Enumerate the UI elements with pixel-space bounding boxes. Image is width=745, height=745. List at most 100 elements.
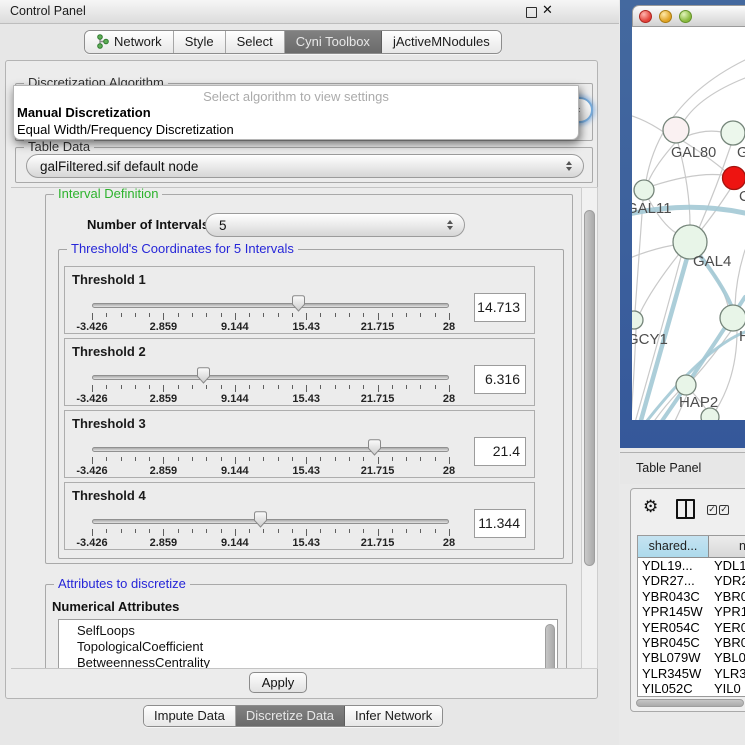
table-hscrollbar-thumb[interactable] <box>636 699 744 707</box>
table-row[interactable]: YDL19... YDL1 <box>638 558 745 573</box>
table-row[interactable]: YLR345W YLR3 <box>638 666 745 681</box>
number-of-intervals-combo[interactable]: 5 <box>205 213 465 237</box>
slider-track[interactable] <box>92 519 449 524</box>
gear-icon[interactable]: ⚙ <box>643 499 658 516</box>
threshold-value-field[interactable]: 14.713 <box>474 293 526 322</box>
columns-icon[interactable] <box>676 499 695 519</box>
threshold-slider[interactable]: -3.4262.8599.14415.4321.71528 <box>92 483 449 551</box>
slider-scale: -3.4262.8599.14415.4321.71528 <box>92 393 449 405</box>
table-row[interactable]: YBL079W YBL0 <box>638 650 745 665</box>
numerical-attributes-label: Numerical Attributes <box>52 599 179 614</box>
list-scrollbar-thumb[interactable] <box>545 624 555 669</box>
slider-track[interactable] <box>92 447 449 452</box>
table-cell-name[interactable]: YDR2 <box>714 573 745 588</box>
zoom-traffic-light[interactable] <box>679 10 692 23</box>
network-node[interactable] <box>721 121 745 145</box>
table-row[interactable]: YDR27... YDR2 <box>638 573 745 588</box>
slider-track[interactable] <box>92 375 449 380</box>
tick-mark <box>192 385 193 389</box>
threshold-value-field[interactable]: 6.316 <box>474 365 526 394</box>
numerical-attributes-list[interactable]: SelfLoopsTopologicalCoefficientBetweenne… <box>58 619 558 669</box>
close-icon[interactable]: ✕ <box>542 3 553 18</box>
table-cell-shared-name[interactable]: YDL19... <box>642 558 693 573</box>
table-cell-shared-name[interactable]: YER054C <box>642 620 700 635</box>
table-hscrollbar[interactable] <box>634 698 745 708</box>
tab-cyni-toolbox[interactable]: Cyni Toolbox <box>285 31 382 53</box>
threshold-value-field[interactable]: 21.4 <box>474 437 526 466</box>
table-cell-name[interactable]: YIL0 <box>714 681 741 696</box>
table-cell-shared-name[interactable]: YDR27... <box>642 573 695 588</box>
threshold-slider[interactable]: -3.4262.8599.14415.4321.71528 <box>92 411 449 479</box>
threshold-slider[interactable]: -3.4262.8599.14415.4321.71528 <box>92 267 449 335</box>
table-row[interactable]: YER054C YER0 <box>638 620 745 635</box>
slider-thumb[interactable] <box>195 366 212 385</box>
tab-discretize-data[interactable]: Discretize Data <box>236 706 345 726</box>
tab-infer-network[interactable]: Infer Network <box>345 706 442 726</box>
tick-mark <box>435 385 436 389</box>
tick-mark <box>349 457 350 461</box>
table-cell-name[interactable]: YBR0 <box>714 589 745 604</box>
close-traffic-light[interactable] <box>639 10 652 23</box>
table-cell-name[interactable]: YBR0 <box>714 635 745 650</box>
tick-mark <box>163 457 164 464</box>
settings-scrollbar[interactable] <box>581 187 598 669</box>
float-window-icon[interactable] <box>526 7 537 18</box>
column-header-shared-name[interactable]: shared... <box>638 536 709 558</box>
attribute-list-item[interactable]: BetweennessCentrality <box>59 655 557 669</box>
scale-label: 9.144 <box>221 321 249 333</box>
slider-thumb[interactable] <box>290 294 307 313</box>
column-header-name[interactable]: na <box>709 536 745 558</box>
tick-mark <box>378 313 379 320</box>
attribute-list-item[interactable]: TopologicalCoefficient <box>59 639 557 655</box>
table-cell-shared-name[interactable]: YBR043C <box>642 589 700 604</box>
table-cell-shared-name[interactable]: YIL052C <box>642 681 693 696</box>
tab-style[interactable]: Style <box>174 31 226 53</box>
network-node[interactable] <box>676 375 696 395</box>
network-node[interactable] <box>634 180 654 200</box>
table-cell-name[interactable]: YBL0 <box>714 650 745 665</box>
tick-mark <box>92 385 93 392</box>
checkbox-icon[interactable]: ✓ <box>719 505 729 515</box>
table-cell-name[interactable]: YPR1 <box>714 604 745 619</box>
threshold-slider[interactable]: -3.4262.8599.14415.4321.71528 <box>92 339 449 407</box>
tab-jactivemnodules[interactable]: jActiveMNodules <box>382 31 501 53</box>
network-node[interactable] <box>701 408 719 420</box>
minimize-traffic-light[interactable] <box>659 10 672 23</box>
table-cell-name[interactable]: YLR3 <box>714 666 745 681</box>
network-node[interactable] <box>632 311 643 329</box>
table-row[interactable]: YBR045C YBR0 <box>638 635 745 650</box>
network-canvas[interactable]: GAL80GACYGAL11GAL4GCY1HAHAP2 <box>632 27 745 420</box>
table-data-combo[interactable]: galFiltered.sif default node <box>26 154 584 178</box>
table-cell-name[interactable]: YDL1 <box>714 558 745 573</box>
tab-impute-data[interactable]: Impute Data <box>144 706 236 726</box>
threshold-value-field[interactable]: 11.344 <box>474 509 526 538</box>
settings-scrollbar-thumb[interactable] <box>584 210 595 566</box>
table-row[interactable]: YBR043C YBR0 <box>638 589 745 604</box>
table-cell-shared-name[interactable]: YBL079W <box>642 650 701 665</box>
popup-option-manual-discretization[interactable]: Manual Discretization <box>14 105 578 122</box>
table-cell-shared-name[interactable]: YLR345W <box>642 666 701 681</box>
tick-mark <box>435 457 436 461</box>
table-cell-name[interactable]: YER0 <box>714 620 745 635</box>
tick-mark <box>378 529 379 536</box>
network-edge <box>687 131 722 136</box>
network-node[interactable] <box>663 117 689 143</box>
slider-thumb[interactable] <box>366 438 383 457</box>
popup-option-equal-width-frequency[interactable]: Equal Width/Frequency Discretization <box>14 122 578 139</box>
table-row[interactable]: YPR145W YPR1 <box>638 604 745 619</box>
network-node[interactable] <box>723 167 745 190</box>
network-window-titlebar[interactable] <box>632 5 745 27</box>
table-cell-shared-name[interactable]: YBR045C <box>642 635 700 650</box>
checkbox-icon[interactable]: ✓ <box>707 505 717 515</box>
slider-track[interactable] <box>92 303 449 308</box>
table-cell-shared-name[interactable]: YPR145W <box>642 604 703 619</box>
slider-thumb[interactable] <box>252 510 269 529</box>
tick-mark <box>335 529 336 533</box>
apply-button[interactable]: Apply <box>249 672 307 693</box>
scale-label: 21.715 <box>361 393 395 405</box>
tab-network[interactable]: Network <box>85 31 174 53</box>
tab-select[interactable]: Select <box>226 31 285 53</box>
attribute-list-item[interactable]: SelfLoops <box>59 620 557 639</box>
slider-ticks <box>92 457 449 465</box>
table-row[interactable]: YIL052C YIL0 <box>638 681 745 696</box>
